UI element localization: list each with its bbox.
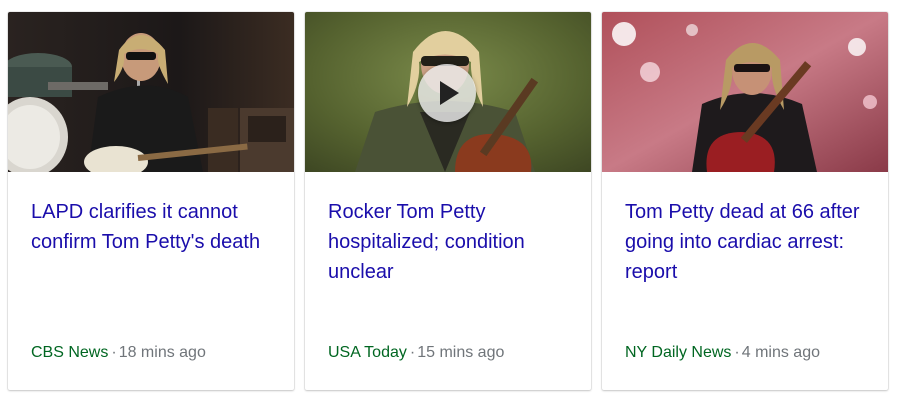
news-meta: NY Daily News · 4 mins ago bbox=[625, 343, 820, 363]
top-stories-carousel: LAPD clarifies it cannot confirm Tom Pet… bbox=[8, 12, 892, 390]
news-thumbnail[interactable] bbox=[305, 12, 591, 172]
news-meta: USA Today · 15 mins ago bbox=[328, 343, 504, 363]
play-icon bbox=[440, 81, 459, 105]
news-card[interactable]: LAPD clarifies it cannot confirm Tom Pet… bbox=[8, 12, 294, 390]
news-thumbnail[interactable] bbox=[602, 12, 888, 172]
news-headline[interactable]: Rocker Tom Petty hospitalized; condition… bbox=[328, 197, 578, 287]
meta-separator: · bbox=[734, 344, 740, 361]
news-thumbnail[interactable] bbox=[8, 12, 294, 172]
news-card[interactable]: Tom Petty dead at 66 after going into ca… bbox=[602, 12, 888, 390]
news-timestamp: 18 mins ago bbox=[118, 344, 206, 361]
news-source: NY Daily News bbox=[625, 344, 732, 361]
news-headline[interactable]: LAPD clarifies it cannot confirm Tom Pet… bbox=[31, 197, 281, 257]
news-card[interactable]: Rocker Tom Petty hospitalized; condition… bbox=[305, 12, 591, 390]
news-timestamp: 15 mins ago bbox=[417, 344, 505, 361]
news-timestamp: 4 mins ago bbox=[741, 344, 820, 361]
play-video-button[interactable] bbox=[418, 64, 476, 122]
meta-separator: · bbox=[409, 344, 416, 361]
news-meta: CBS News · 18 mins ago bbox=[31, 343, 206, 363]
thumbnail-image bbox=[602, 12, 888, 172]
news-headline[interactable]: Tom Petty dead at 66 after going into ca… bbox=[625, 197, 875, 287]
meta-separator: · bbox=[111, 344, 117, 361]
thumbnail-image bbox=[8, 12, 294, 172]
news-source: CBS News bbox=[31, 344, 109, 361]
news-source: USA Today bbox=[328, 344, 407, 361]
